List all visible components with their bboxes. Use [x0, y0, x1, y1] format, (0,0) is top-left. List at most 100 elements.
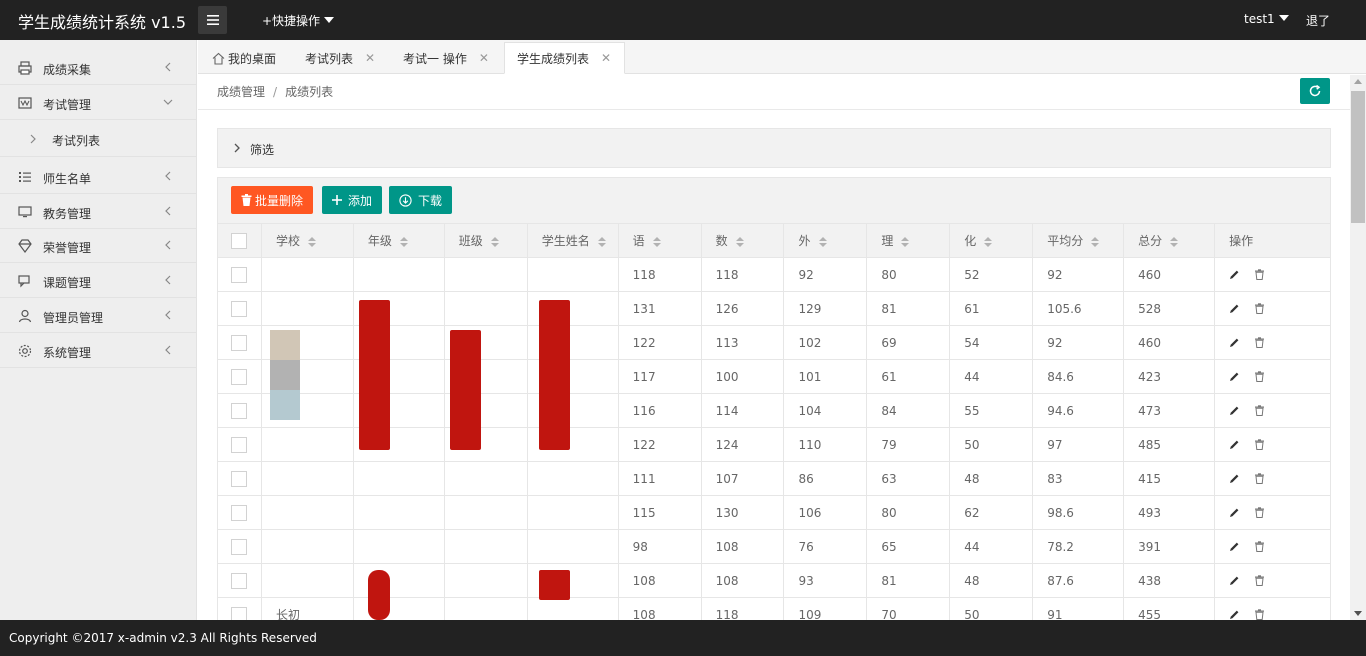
delete-icon[interactable]: [1254, 473, 1265, 484]
row-checkbox[interactable]: [231, 538, 248, 555]
row-checkbox[interactable]: [231, 300, 248, 317]
row-select-cell[interactable]: [217, 495, 262, 530]
sort-icon[interactable]: [490, 236, 499, 247]
delete-icon[interactable]: [1254, 439, 1265, 450]
delete-icon[interactable]: [1254, 303, 1265, 314]
sort-icon[interactable]: [818, 236, 827, 247]
tab-student-scores[interactable]: 学生成绩列表 ✕: [504, 42, 625, 74]
add-button[interactable]: 添加: [322, 186, 383, 214]
column-header-average[interactable]: 平均分: [1032, 223, 1125, 258]
column-header-student-name[interactable]: 学生姓名: [526, 223, 619, 258]
sort-icon[interactable]: [984, 236, 993, 247]
delete-icon[interactable]: [1254, 269, 1265, 280]
sidebar-item-admin-management[interactable]: 管理员管理: [0, 298, 197, 333]
delete-icon[interactable]: [1254, 609, 1265, 620]
sidebar-subitem-exam-list[interactable]: 考试列表: [0, 121, 197, 157]
math-cell: 108: [700, 529, 785, 564]
close-icon[interactable]: ✕: [601, 51, 611, 65]
sort-icon[interactable]: [399, 236, 408, 247]
row-checkbox[interactable]: [231, 572, 248, 589]
edit-icon[interactable]: [1229, 507, 1240, 518]
scroll-down-icon[interactable]: [1354, 611, 1362, 616]
column-header-math[interactable]: 数: [700, 223, 785, 258]
tab-exam-one-ops[interactable]: 考试一 操作 ✕: [403, 42, 489, 74]
refresh-button[interactable]: [1300, 78, 1330, 104]
edit-icon[interactable]: [1229, 473, 1240, 484]
select-all-checkbox[interactable]: [231, 232, 248, 249]
column-header-school[interactable]: 学校: [260, 223, 354, 258]
edit-icon[interactable]: [1229, 269, 1240, 280]
sidebar-item-topics[interactable]: 课题管理: [0, 263, 197, 298]
delete-icon[interactable]: [1254, 337, 1265, 348]
chinese-cell: 118: [617, 257, 702, 292]
row-checkbox[interactable]: [231, 368, 248, 385]
sidebar-item-exam-management[interactable]: 考试管理: [0, 85, 197, 120]
close-icon[interactable]: ✕: [365, 51, 375, 65]
delete-icon[interactable]: [1254, 507, 1265, 518]
edit-icon[interactable]: [1229, 439, 1240, 450]
column-header-class[interactable]: 班级: [443, 223, 528, 258]
sort-icon[interactable]: [597, 236, 606, 247]
row-select-cell[interactable]: [217, 291, 262, 326]
sort-icon[interactable]: [901, 236, 910, 247]
edit-icon[interactable]: [1229, 337, 1240, 348]
edit-icon[interactable]: [1229, 575, 1240, 586]
row-select-cell[interactable]: [217, 325, 262, 360]
tab-my-desktop[interactable]: 我的桌面: [212, 42, 276, 74]
sidebar-item-academic-affairs[interactable]: 教务管理: [0, 194, 197, 229]
user-menu[interactable]: test1: [1244, 12, 1289, 26]
filter-panel[interactable]: 筛选: [217, 128, 1331, 168]
edit-icon[interactable]: [1229, 405, 1240, 416]
sidebar-item-score-collection[interactable]: 成绩采集: [0, 50, 197, 85]
delete-icon[interactable]: [1254, 575, 1265, 586]
delete-icon[interactable]: [1254, 371, 1265, 382]
batch-delete-button[interactable]: 批量删除: [231, 186, 314, 214]
row-select-cell[interactable]: [217, 427, 262, 462]
row-checkbox[interactable]: [231, 266, 248, 283]
row-checkbox[interactable]: [231, 606, 248, 620]
breadcrumb-root[interactable]: 成绩管理: [217, 85, 265, 99]
edit-icon[interactable]: [1229, 371, 1240, 382]
column-header-english[interactable]: 外: [783, 223, 868, 258]
row-select-cell[interactable]: [217, 393, 262, 428]
sort-icon[interactable]: [1091, 236, 1100, 247]
sort-icon[interactable]: [652, 236, 661, 247]
delete-icon[interactable]: [1254, 405, 1265, 416]
row-checkbox[interactable]: [231, 470, 248, 487]
row-checkbox[interactable]: [231, 504, 248, 521]
menu-toggle-button[interactable]: [198, 6, 227, 34]
row-select-cell[interactable]: [217, 359, 262, 394]
row-select-cell[interactable]: [217, 563, 262, 598]
tab-exam-list[interactable]: 考试列表 ✕: [305, 42, 375, 74]
column-header-physics[interactable]: 理: [866, 223, 951, 258]
column-header-chemistry[interactable]: 化: [949, 223, 1034, 258]
edit-icon[interactable]: [1229, 541, 1240, 552]
column-header-chinese[interactable]: 语: [617, 223, 702, 258]
column-header-total[interactable]: 总分: [1123, 223, 1216, 258]
sort-icon[interactable]: [307, 236, 316, 247]
sort-icon[interactable]: [1170, 236, 1179, 247]
row-select-cell[interactable]: [217, 529, 262, 564]
vertical-scrollbar[interactable]: [1350, 75, 1366, 620]
scroll-thumb[interactable]: [1351, 91, 1365, 223]
row-checkbox[interactable]: [231, 334, 248, 351]
download-button[interactable]: 下载: [389, 186, 453, 214]
edit-icon[interactable]: [1229, 303, 1240, 314]
row-checkbox[interactable]: [231, 402, 248, 419]
scroll-up-icon[interactable]: [1354, 79, 1362, 84]
close-icon[interactable]: ✕: [479, 51, 489, 65]
delete-icon[interactable]: [1254, 541, 1265, 552]
sidebar-item-system-management[interactable]: 系统管理: [0, 333, 197, 368]
row-select-cell[interactable]: [217, 461, 262, 496]
quick-ops-menu[interactable]: +快捷操作: [262, 12, 335, 29]
row-checkbox[interactable]: [231, 436, 248, 453]
logout-link[interactable]: 退了: [1306, 12, 1330, 29]
row-select-cell[interactable]: [217, 597, 262, 620]
edit-icon[interactable]: [1229, 609, 1240, 620]
sidebar-item-honors[interactable]: 荣誉管理: [0, 228, 197, 263]
column-header-grade[interactable]: 年级: [352, 223, 445, 258]
sidebar-item-roster[interactable]: 师生名单: [0, 159, 197, 194]
row-select-cell[interactable]: [217, 257, 262, 292]
sort-icon[interactable]: [735, 236, 744, 247]
select-all-cell[interactable]: [217, 223, 262, 258]
